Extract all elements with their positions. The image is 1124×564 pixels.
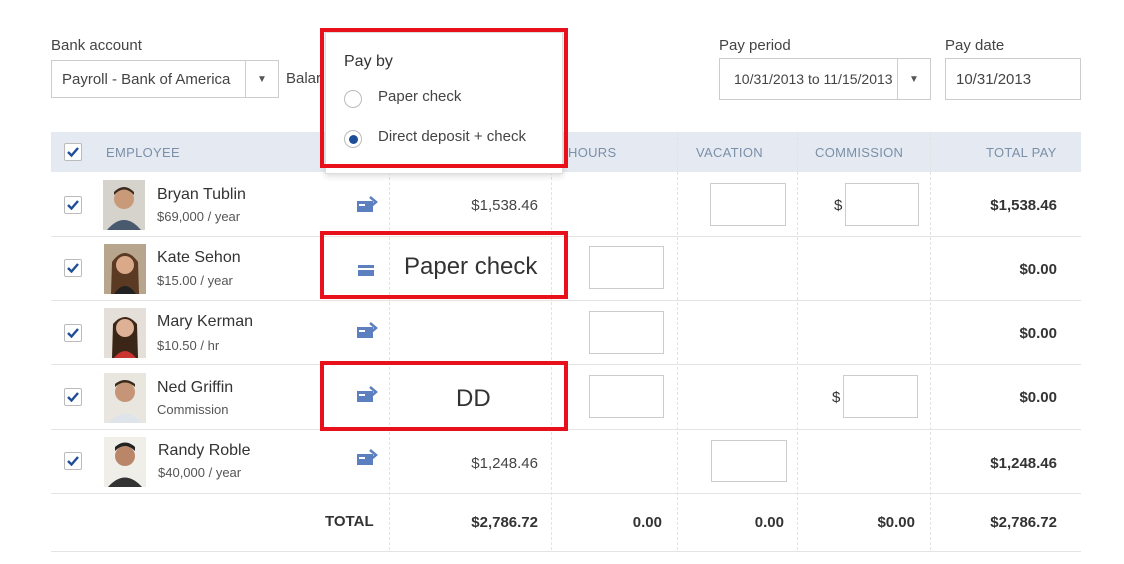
bank-account-label: Bank account [51,37,142,54]
avatar [103,180,145,230]
hours-input[interactable] [589,375,664,418]
employee-name[interactable]: Ned Griffin [157,379,233,397]
employee-name[interactable]: Mary Kerman [157,313,253,331]
column-divider [551,132,552,550]
row-checkbox[interactable] [64,259,82,277]
checkmark-icon [67,147,79,158]
column-divider [389,132,390,550]
vacation-input[interactable] [710,183,786,226]
commission-input[interactable] [843,375,918,418]
annotation-paper-check-text: Paper check [404,253,538,280]
hours-input[interactable] [589,246,664,289]
row-total: $1,538.46 [990,197,1057,214]
row-total: $0.00 [1019,261,1057,278]
row-total: $0.00 [1019,325,1057,342]
employee-rate: Commission [157,402,229,417]
pay-period-label: Pay period [719,37,791,54]
employee-rate: $40,000 / year [158,465,242,480]
total-vacation: 0.00 [754,514,784,531]
employee-rate: $15.00 / year [157,273,233,288]
total-pay: $2,786.72 [990,514,1057,531]
header-commission: COMMISSION [815,145,904,160]
avatar [104,244,146,294]
row-checkbox[interactable] [64,452,82,470]
row-checkbox[interactable] [64,324,82,342]
direct-deposit-icon[interactable] [356,196,378,214]
row-checkbox[interactable] [64,388,82,406]
employee-rate: $10.50 / hr [157,338,220,353]
pay-period-value: 10/31/2013 to 11/15/2013 [734,71,893,87]
total-label: TOTAL [325,513,374,530]
balance-label: Balar [286,70,322,87]
column-divider [797,132,798,550]
total-commission: $0.00 [877,514,915,531]
total-hours: 0.00 [632,514,662,531]
employee-name[interactable]: Bryan Tublin [157,186,246,204]
pay-date-label: Pay date [945,37,1005,54]
annotation-box-pay-by [320,28,568,168]
chevron-down-icon: ▼ [897,59,930,99]
header-vacation: VACATION [696,145,763,160]
currency-symbol: $ [834,197,843,214]
avatar [104,373,146,423]
currency-symbol: $ [832,389,841,406]
pay-date-input[interactable]: 10/31/2013 [945,58,1081,100]
row-amount: $1,538.46 [471,197,538,214]
checkmark-icon [67,456,79,467]
avatar [104,308,146,358]
hours-input[interactable] [589,311,664,354]
bank-account-value: Payroll - Bank of America [62,70,231,88]
direct-deposit-icon[interactable] [356,449,378,467]
row-checkbox[interactable] [64,196,82,214]
direct-deposit-icon[interactable] [356,322,378,340]
column-divider [930,132,931,550]
employee-name[interactable]: Randy Roble [158,442,251,460]
row-divider [51,551,1081,552]
checkmark-icon [67,392,79,403]
employee-rate: $69,000 / year [157,209,241,224]
bank-account-select[interactable]: Payroll - Bank of America ▼ [51,60,279,98]
checkmark-icon [67,328,79,339]
row-divider [51,493,1081,494]
pay-period-select[interactable]: 10/31/2013 to 11/15/2013 ▼ [719,58,931,100]
annotation-box-paper-check: Paper check [320,231,568,299]
header-total-pay: TOTAL PAY [986,145,1057,160]
employee-name[interactable]: Kate Sehon [157,249,241,267]
annotation-dd-text: DD [456,385,491,412]
header-employee: EMPLOYEE [106,145,180,160]
checkmark-icon [67,263,79,274]
chevron-down-icon: ▼ [245,61,278,97]
row-total: $1,248.46 [990,455,1057,472]
commission-input[interactable] [845,183,919,226]
row-divider [51,300,1081,301]
checkmark-icon [67,200,79,211]
total-amount: $2,786.72 [471,514,538,531]
column-divider [677,132,678,550]
row-total: $0.00 [1019,389,1057,406]
annotation-box-dd: DD [320,361,568,431]
select-all-checkbox[interactable] [64,143,82,161]
header-hours: HOURS [568,145,617,160]
vacation-input[interactable] [711,440,787,482]
row-amount: $1,248.46 [471,455,538,472]
avatar [104,437,146,487]
